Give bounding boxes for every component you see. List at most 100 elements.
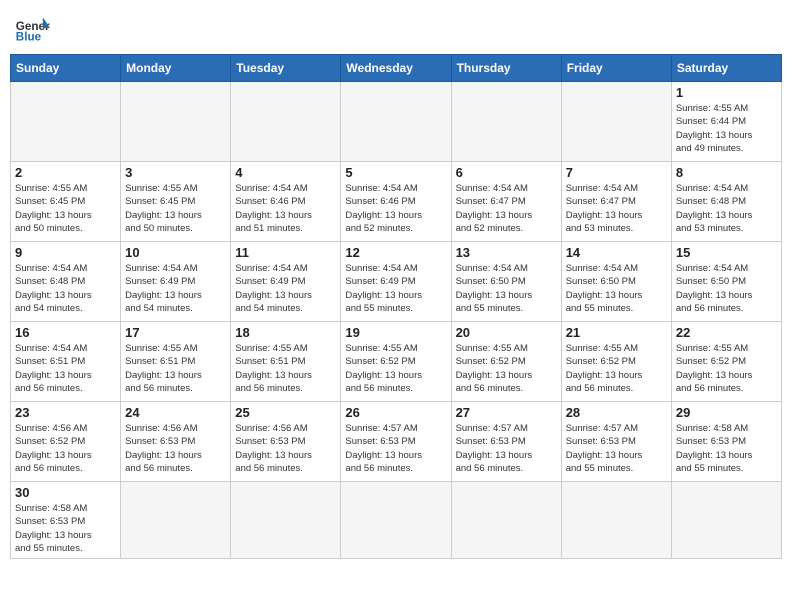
day-number: 15 — [676, 245, 777, 260]
day-cell: 16 Sunrise: 4:54 AM Sunset: 6:51 PM Dayli… — [11, 322, 121, 402]
day-number: 7 — [566, 165, 667, 180]
day-info: Sunrise: 4:54 AM Sunset: 6:48 PM Dayligh… — [676, 182, 777, 235]
day-cell: 30Sunrise: 4:58 AM Sunset: 6:53 PM Dayli… — [11, 482, 121, 559]
day-cell: 21 Sunrise: 4:55 AM Sunset: 6:52 PM Dayli… — [561, 322, 671, 402]
day-cell: 11 Sunrise: 4:54 AM Sunset: 6:49 PM Dayli… — [231, 242, 341, 322]
weekday-header-thursday: Thursday — [451, 55, 561, 82]
day-cell: 13Sunrise: 4:54 AM Sunset: 6:50 PM Dayli… — [451, 242, 561, 322]
day-cell: 4Sunrise: 4:54 AM Sunset: 6:46 PM Daylig… — [231, 162, 341, 242]
day-number: 4 — [235, 165, 336, 180]
day-cell: 3 Sunrise: 4:55 AM Sunset: 6:45 PM Daylig… — [121, 162, 231, 242]
day-cell: 10 Sunrise: 4:54 AM Sunset: 6:49 PM Dayli… — [121, 242, 231, 322]
day-number: 8 — [676, 165, 777, 180]
day-cell: 22 Sunrise: 4:55 AM Sunset: 6:52 PM Dayli… — [671, 322, 781, 402]
day-cell: 15 Sunrise: 4:54 AM Sunset: 6:50 PM Dayli… — [671, 242, 781, 322]
week-row-3: 9 Sunrise: 4:54 AM Sunset: 6:48 PM Daylig… — [11, 242, 782, 322]
page-header: General Blue — [10, 10, 782, 46]
calendar-table: SundayMondayTuesdayWednesdayThursdayFrid… — [10, 54, 782, 559]
day-number: 29 — [676, 405, 777, 420]
day-cell: 23 Sunrise: 4:56 AM Sunset: 6:52 PM Dayli… — [11, 402, 121, 482]
day-cell — [341, 482, 451, 559]
weekday-header-friday: Friday — [561, 55, 671, 82]
week-row-1: 1 Sunrise: 4:55 AM Sunset: 6:44 PM Daylig… — [11, 82, 782, 162]
logo: General Blue — [14, 10, 50, 46]
day-number: 1 — [676, 85, 777, 100]
day-number: 12 — [345, 245, 446, 260]
day-info: Sunrise: 4:54 AM Sunset: 6:50 PM Dayligh… — [566, 262, 667, 315]
day-number: 9 — [15, 245, 116, 260]
day-info: Sunrise: 4:54 AM Sunset: 6:49 PM Dayligh… — [235, 262, 336, 315]
day-number: 24 — [125, 405, 226, 420]
day-number: 2 — [15, 165, 116, 180]
day-info: Sunrise: 4:55 AM Sunset: 6:44 PM Dayligh… — [676, 102, 777, 155]
logo-icon: General Blue — [14, 10, 50, 46]
day-cell: 5Sunrise: 4:54 AM Sunset: 6:46 PM Daylig… — [341, 162, 451, 242]
day-number: 28 — [566, 405, 667, 420]
day-cell: 14Sunrise: 4:54 AM Sunset: 6:50 PM Dayli… — [561, 242, 671, 322]
day-cell: 12 Sunrise: 4:54 AM Sunset: 6:49 PM Dayli… — [341, 242, 451, 322]
day-info: Sunrise: 4:54 AM Sunset: 6:49 PM Dayligh… — [125, 262, 226, 315]
day-info: Sunrise: 4:58 AM Sunset: 6:53 PM Dayligh… — [676, 422, 777, 475]
day-number: 26 — [345, 405, 446, 420]
weekday-header-row: SundayMondayTuesdayWednesdayThursdayFrid… — [11, 55, 782, 82]
day-cell: 6Sunrise: 4:54 AM Sunset: 6:47 PM Daylig… — [451, 162, 561, 242]
day-number: 19 — [345, 325, 446, 340]
day-info: Sunrise: 4:57 AM Sunset: 6:53 PM Dayligh… — [345, 422, 446, 475]
day-cell: 25Sunrise: 4:56 AM Sunset: 6:53 PM Dayli… — [231, 402, 341, 482]
day-number: 3 — [125, 165, 226, 180]
day-number: 16 — [15, 325, 116, 340]
day-info: Sunrise: 4:55 AM Sunset: 6:52 PM Dayligh… — [676, 342, 777, 395]
day-cell: 8 Sunrise: 4:54 AM Sunset: 6:48 PM Daylig… — [671, 162, 781, 242]
day-cell — [561, 82, 671, 162]
day-number: 17 — [125, 325, 226, 340]
day-cell: 9 Sunrise: 4:54 AM Sunset: 6:48 PM Daylig… — [11, 242, 121, 322]
day-info: Sunrise: 4:55 AM Sunset: 6:51 PM Dayligh… — [125, 342, 226, 395]
day-info: Sunrise: 4:54 AM Sunset: 6:47 PM Dayligh… — [566, 182, 667, 235]
day-cell — [11, 82, 121, 162]
day-info: Sunrise: 4:55 AM Sunset: 6:45 PM Dayligh… — [125, 182, 226, 235]
week-row-4: 16 Sunrise: 4:54 AM Sunset: 6:51 PM Dayli… — [11, 322, 782, 402]
day-cell: 24Sunrise: 4:56 AM Sunset: 6:53 PM Dayli… — [121, 402, 231, 482]
day-info: Sunrise: 4:56 AM Sunset: 6:52 PM Dayligh… — [15, 422, 116, 475]
day-info: Sunrise: 4:54 AM Sunset: 6:50 PM Dayligh… — [456, 262, 557, 315]
day-cell — [341, 82, 451, 162]
day-cell: 2 Sunrise: 4:55 AM Sunset: 6:45 PM Daylig… — [11, 162, 121, 242]
week-row-5: 23 Sunrise: 4:56 AM Sunset: 6:52 PM Dayli… — [11, 402, 782, 482]
day-number: 30 — [15, 485, 116, 500]
day-cell — [231, 482, 341, 559]
week-row-2: 2 Sunrise: 4:55 AM Sunset: 6:45 PM Daylig… — [11, 162, 782, 242]
weekday-header-wednesday: Wednesday — [341, 55, 451, 82]
day-cell — [121, 482, 231, 559]
day-info: Sunrise: 4:54 AM Sunset: 6:49 PM Dayligh… — [345, 262, 446, 315]
day-info: Sunrise: 4:55 AM Sunset: 6:45 PM Dayligh… — [15, 182, 116, 235]
day-info: Sunrise: 4:54 AM Sunset: 6:46 PM Dayligh… — [345, 182, 446, 235]
day-cell: 1 Sunrise: 4:55 AM Sunset: 6:44 PM Daylig… — [671, 82, 781, 162]
day-cell: 7 Sunrise: 4:54 AM Sunset: 6:47 PM Daylig… — [561, 162, 671, 242]
day-info: Sunrise: 4:54 AM Sunset: 6:50 PM Dayligh… — [676, 262, 777, 315]
day-number: 23 — [15, 405, 116, 420]
day-info: Sunrise: 4:54 AM Sunset: 6:47 PM Dayligh… — [456, 182, 557, 235]
day-cell — [231, 82, 341, 162]
day-cell — [121, 82, 231, 162]
day-number: 10 — [125, 245, 226, 260]
svg-text:Blue: Blue — [16, 31, 42, 44]
day-number: 11 — [235, 245, 336, 260]
day-cell: 27Sunrise: 4:57 AM Sunset: 6:53 PM Dayli… — [451, 402, 561, 482]
day-cell — [451, 82, 561, 162]
weekday-header-sunday: Sunday — [11, 55, 121, 82]
day-number: 22 — [676, 325, 777, 340]
day-cell: 19 Sunrise: 4:55 AM Sunset: 6:52 PM Dayli… — [341, 322, 451, 402]
week-row-6: 30Sunrise: 4:58 AM Sunset: 6:53 PM Dayli… — [11, 482, 782, 559]
day-info: Sunrise: 4:57 AM Sunset: 6:53 PM Dayligh… — [456, 422, 557, 475]
weekday-header-monday: Monday — [121, 55, 231, 82]
day-cell: 17 Sunrise: 4:55 AM Sunset: 6:51 PM Dayli… — [121, 322, 231, 402]
day-cell: 18Sunrise: 4:55 AM Sunset: 6:51 PM Dayli… — [231, 322, 341, 402]
day-info: Sunrise: 4:55 AM Sunset: 6:52 PM Dayligh… — [345, 342, 446, 395]
day-info: Sunrise: 4:55 AM Sunset: 6:52 PM Dayligh… — [566, 342, 667, 395]
day-info: Sunrise: 4:54 AM Sunset: 6:51 PM Dayligh… — [15, 342, 116, 395]
day-number: 20 — [456, 325, 557, 340]
day-cell: 29 Sunrise: 4:58 AM Sunset: 6:53 PM Dayli… — [671, 402, 781, 482]
day-info: Sunrise: 4:54 AM Sunset: 6:48 PM Dayligh… — [15, 262, 116, 315]
day-number: 21 — [566, 325, 667, 340]
day-info: Sunrise: 4:55 AM Sunset: 6:52 PM Dayligh… — [456, 342, 557, 395]
